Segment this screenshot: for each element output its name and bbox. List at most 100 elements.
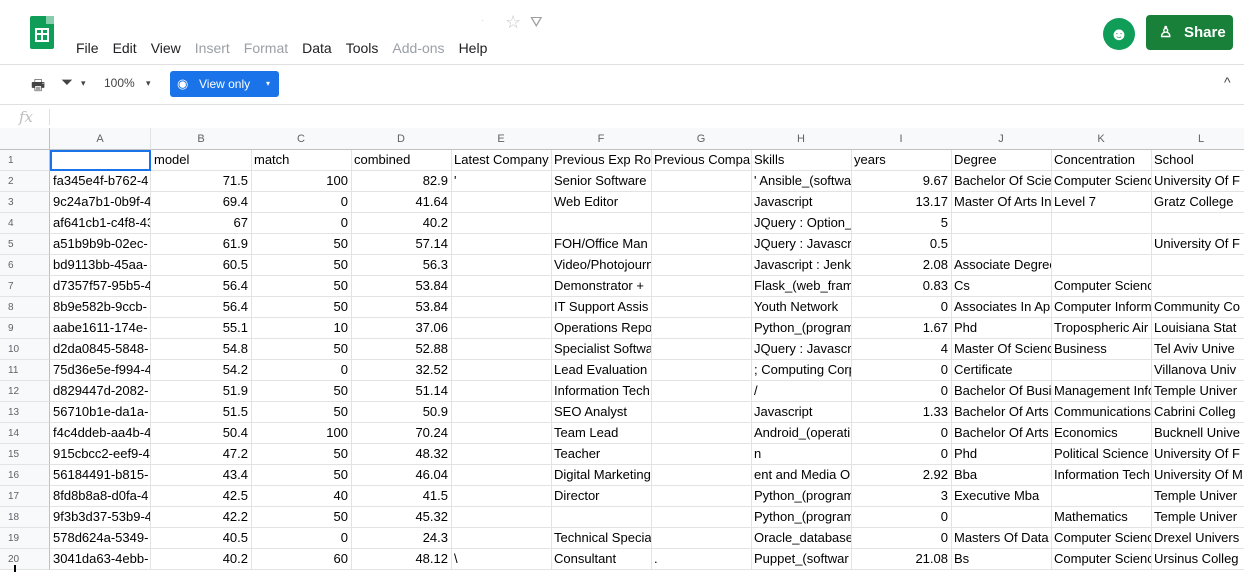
column-header-f[interactable]: F — [551, 128, 652, 150]
row-header-9[interactable]: 9 — [0, 318, 50, 339]
cell-e1[interactable]: Latest Company — [451, 150, 552, 171]
cell-h19[interactable]: Oracle_database — [751, 528, 852, 549]
row-header-19[interactable]: 19 — [0, 528, 50, 549]
zoom-select[interactable]: 100% — [104, 76, 135, 90]
cell-k13[interactable]: Communications — [1051, 402, 1152, 423]
cell-l13[interactable]: Cabrini Colleg — [1151, 402, 1244, 423]
cell-k6[interactable] — [1051, 255, 1152, 276]
cell-b19[interactable]: 40.5 — [151, 528, 252, 549]
cell-e6[interactable] — [451, 255, 552, 276]
cell-h12[interactable]: / — [751, 381, 852, 402]
menu-item-insert[interactable]: Insert — [195, 40, 230, 56]
cell-c15[interactable]: 50 — [251, 444, 352, 465]
cell-k4[interactable] — [1051, 213, 1152, 234]
cell-f1[interactable]: Previous Exp Ro — [551, 150, 652, 171]
cell-d15[interactable]: 48.32 — [351, 444, 452, 465]
cell-j7[interactable]: Cs — [951, 276, 1052, 297]
cell-b9[interactable]: 55.1 — [151, 318, 252, 339]
column-header-l[interactable]: L — [1151, 128, 1244, 150]
cell-f17[interactable]: Director — [551, 486, 652, 507]
cell-l12[interactable]: Temple Univer — [1151, 381, 1244, 402]
cell-i16[interactable]: 2.92 — [851, 465, 952, 486]
cell-g5[interactable] — [651, 234, 752, 255]
cell-e3[interactable] — [451, 192, 552, 213]
menu-item-view[interactable]: View — [151, 40, 181, 56]
cell-l5[interactable]: University Of F — [1151, 234, 1244, 255]
cell-c8[interactable]: 50 — [251, 297, 352, 318]
row-header-5[interactable]: 5 — [0, 234, 50, 255]
cell-b20[interactable]: 40.2 — [151, 549, 252, 570]
cell-e12[interactable] — [451, 381, 552, 402]
row-header-18[interactable]: 18 — [0, 507, 50, 528]
cell-a13[interactable]: 56710b1e-da1a- — [50, 402, 151, 423]
cell-l15[interactable]: University Of F — [1151, 444, 1244, 465]
cell-a17[interactable]: 8fd8b8a8-d0fa-4 — [50, 486, 151, 507]
cell-g4[interactable] — [651, 213, 752, 234]
cell-c9[interactable]: 10 — [251, 318, 352, 339]
cell-k9[interactable]: Tropospheric Air — [1051, 318, 1152, 339]
cell-j4[interactable] — [951, 213, 1052, 234]
cell-b12[interactable]: 51.9 — [151, 381, 252, 402]
cell-j18[interactable] — [951, 507, 1052, 528]
cell-g20[interactable]: . — [651, 549, 752, 570]
cell-a4[interactable]: af641cb1-c4f8-43 — [50, 213, 151, 234]
column-header-h[interactable]: H — [751, 128, 852, 150]
cell-l20[interactable]: Ursinus Colleg — [1151, 549, 1244, 570]
cell-d3[interactable]: 41.64 — [351, 192, 452, 213]
cell-g1[interactable]: Previous Compa — [651, 150, 752, 171]
row-header-16[interactable]: 16 — [0, 465, 50, 486]
cell-b18[interactable]: 42.2 — [151, 507, 252, 528]
cell-h1[interactable]: Skills — [751, 150, 852, 171]
cell-g16[interactable] — [651, 465, 752, 486]
cell-i17[interactable]: 3 — [851, 486, 952, 507]
cell-d9[interactable]: 37.06 — [351, 318, 452, 339]
cell-f19[interactable]: Technical Specia — [551, 528, 652, 549]
cell-k14[interactable]: Economics — [1051, 423, 1152, 444]
cell-f2[interactable]: Senior Software — [551, 171, 652, 192]
row-header-14[interactable]: 14 — [0, 423, 50, 444]
cell-l1[interactable]: School — [1151, 150, 1244, 171]
cell-c10[interactable]: 50 — [251, 339, 352, 360]
cell-e7[interactable] — [451, 276, 552, 297]
row-header-13[interactable]: 13 — [0, 402, 50, 423]
cell-d19[interactable]: 24.3 — [351, 528, 452, 549]
cell-l8[interactable]: Community Co — [1151, 297, 1244, 318]
row-header-12[interactable]: 12 — [0, 381, 50, 402]
cell-l9[interactable]: Louisiana Stat — [1151, 318, 1244, 339]
cell-c4[interactable]: 0 — [251, 213, 352, 234]
cell-g19[interactable] — [651, 528, 752, 549]
cell-k5[interactable] — [1051, 234, 1152, 255]
cell-b16[interactable]: 43.4 — [151, 465, 252, 486]
row-header-10[interactable]: 10 — [0, 339, 50, 360]
cell-h10[interactable]: JQuery : Javascr — [751, 339, 852, 360]
cell-k17[interactable] — [1051, 486, 1152, 507]
cell-f20[interactable]: Consultant — [551, 549, 652, 570]
cell-k19[interactable]: Computer Scienc — [1051, 528, 1152, 549]
cell-e14[interactable] — [451, 423, 552, 444]
cell-b5[interactable]: 61.9 — [151, 234, 252, 255]
cell-k2[interactable]: Computer Scienc — [1051, 171, 1152, 192]
row-header-1[interactable]: 1 — [0, 150, 50, 171]
row-header-7[interactable]: 7 — [0, 276, 50, 297]
cell-a20[interactable]: 3041da63-4ebb- — [50, 549, 151, 570]
cell-l18[interactable]: Temple Univer — [1151, 507, 1244, 528]
row-header-4[interactable]: 4 — [0, 213, 50, 234]
cell-g10[interactable] — [651, 339, 752, 360]
cell-a10[interactable]: d2da0845-5848- — [50, 339, 151, 360]
cell-i9[interactable]: 1.67 — [851, 318, 952, 339]
cell-f7[interactable]: Demonstrator + — [551, 276, 652, 297]
cell-i7[interactable]: 0.83 — [851, 276, 952, 297]
cell-f9[interactable]: Operations Repo — [551, 318, 652, 339]
cell-c16[interactable]: 50 — [251, 465, 352, 486]
row-header-2[interactable]: 2 — [0, 171, 50, 192]
column-header-b[interactable]: B — [151, 128, 252, 150]
cell-j12[interactable]: Bachelor Of Busi — [951, 381, 1052, 402]
cell-k7[interactable]: Computer Science — [1051, 276, 1152, 297]
cell-e10[interactable] — [451, 339, 552, 360]
cell-b15[interactable]: 47.2 — [151, 444, 252, 465]
menu-item-data[interactable]: Data — [302, 40, 332, 56]
cell-b11[interactable]: 54.2 — [151, 360, 252, 381]
cell-j5[interactable] — [951, 234, 1052, 255]
cell-e15[interactable] — [451, 444, 552, 465]
menu-item-file[interactable]: File — [76, 40, 99, 56]
